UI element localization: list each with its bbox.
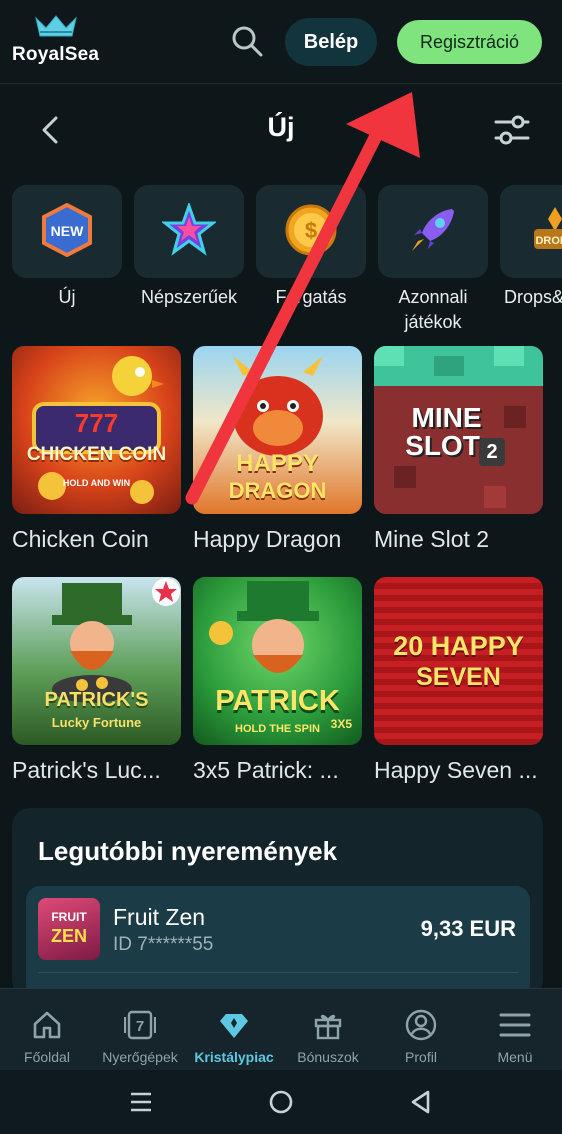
- game-card[interactable]: PATRICK'S Lucky Fortune Patrick's Luc...: [12, 577, 181, 784]
- star-icon: [162, 203, 216, 256]
- svg-text:7: 7: [136, 1018, 144, 1035]
- category-tile: NEW: [12, 185, 122, 278]
- nav-label: Főoldal: [24, 1049, 70, 1065]
- page-title: Új: [267, 112, 295, 142]
- login-button[interactable]: Belép: [285, 18, 377, 66]
- home-circle-icon[interactable]: [268, 1089, 294, 1115]
- drops-wins-icon: DROPS: [534, 207, 562, 249]
- win-game-name: Fruit Zen: [113, 904, 206, 930]
- game-name: Patrick's Luc...: [12, 757, 161, 783]
- nav-home[interactable]: Főoldal: [0, 989, 94, 1071]
- rocket-icon: [412, 209, 454, 251]
- category-label: Azonnali játékok: [398, 287, 468, 332]
- win-amount: 9,33 EUR: [420, 916, 516, 941]
- bottom-navigation: Főoldal 7 Nyerőgépek Kristálypiac Bónusz…: [0, 988, 562, 1070]
- nav-label: Bónuszok: [297, 1049, 359, 1065]
- svg-text:DROPS: DROPS: [535, 235, 562, 247]
- game-card[interactable]: MINE SLOT 2 Mine Slot 2: [374, 346, 543, 553]
- favorite-star-icon[interactable]: [151, 577, 181, 607]
- game-name: Chicken Coin: [12, 526, 149, 552]
- recent-win-row[interactable]: FRUIT ZEN Fruit Zen ID 7******55 9,33 EU…: [26, 886, 530, 998]
- category-tile: $: [256, 185, 366, 278]
- game-art-subtitle: SEVEN: [416, 663, 501, 691]
- game-name: Happy Seven ...: [374, 757, 538, 783]
- game-art-subtitle: Lucky Fortune: [51, 715, 142, 730]
- nav-menu[interactable]: Menü: [468, 989, 562, 1071]
- nav-label: Nyerőgépek: [102, 1049, 178, 1065]
- category-label: Új: [58, 287, 76, 307]
- game-thumbnail: 777 CHICKEN COIN HOLD AND WIN: [12, 346, 181, 514]
- game-art-badge: 3X5: [330, 717, 352, 731]
- profile-icon: [405, 1009, 437, 1041]
- win-thumb-text-top: FRUIT: [51, 910, 87, 924]
- royalsea-logo[interactable]: RoyalSea: [12, 14, 102, 70]
- category-tile: [378, 185, 488, 278]
- category-new[interactable]: NEW Új: [12, 185, 122, 335]
- win-thumb-text-bottom: ZEN: [51, 926, 87, 946]
- back-triangle-icon[interactable]: [408, 1089, 432, 1115]
- game-name: Mine Slot 2: [374, 526, 490, 552]
- system-navigation-bar: [0, 1070, 562, 1134]
- filter-sliders-icon[interactable]: [492, 110, 532, 150]
- game-art-number: 2: [479, 438, 505, 466]
- game-art-title: PATRICK: [215, 685, 340, 717]
- nav-label: Menü: [497, 1049, 533, 1065]
- game-name: Happy Dragon: [193, 526, 342, 552]
- category-drops[interactable]: DROPS Drops&: [500, 185, 562, 335]
- nav-label: Profil: [405, 1049, 437, 1065]
- win-game-thumbnail: FRUIT ZEN: [38, 898, 100, 960]
- home-icon: [33, 1011, 61, 1039]
- coin-icon: $: [285, 204, 337, 256]
- game-card[interactable]: PATRICK HOLD THE SPIN 3X5 3x5 Patrick: .…: [193, 577, 362, 784]
- nav-profile[interactable]: Profil: [374, 989, 468, 1071]
- svg-text:$: $: [305, 218, 317, 243]
- new-badge-icon: NEW: [42, 203, 92, 257]
- search-icon[interactable]: [228, 22, 266, 60]
- game-card[interactable]: 20 HAPPY SEVEN Happy Seven ...: [374, 577, 543, 784]
- game-art-title: PATRICK'S: [44, 689, 149, 711]
- game-art-subtitle: HOLD AND WIN: [62, 478, 131, 488]
- game-art-title: 20 HAPPY: [393, 631, 524, 661]
- svg-text:NEW: NEW: [51, 223, 84, 239]
- nav-label: Kristálypiac: [194, 1049, 274, 1065]
- win-player-id: ID 7******55: [113, 934, 214, 955]
- menu-icon: [499, 1013, 531, 1037]
- category-tile: [134, 185, 244, 278]
- category-tile: DROPS: [500, 185, 562, 278]
- nav-bonuses[interactable]: Bónuszok: [281, 989, 375, 1071]
- diamond-icon: [220, 1014, 248, 1038]
- game-art-title: HAPPY: [236, 450, 319, 477]
- category-carousel[interactable]: NEW Új Népszerűek $ Forgatás Azonnali já…: [12, 185, 562, 345]
- game-thumbnail: MINE SLOT 2: [374, 346, 543, 514]
- game-art-subtitle: DRAGON: [228, 478, 327, 503]
- category-spin[interactable]: $ Forgatás: [256, 185, 366, 335]
- gift-icon: [314, 1014, 342, 1040]
- divider: [38, 972, 518, 973]
- category-header: Új: [0, 100, 562, 160]
- game-art-text: 777: [74, 408, 119, 438]
- nav-crystal-market[interactable]: Kristálypiac: [187, 989, 281, 1071]
- category-instant[interactable]: Azonnali játékok: [378, 185, 488, 335]
- game-card[interactable]: 777 CHICKEN COIN HOLD AND WIN Chicken Co…: [12, 346, 181, 553]
- nav-slots[interactable]: 7 Nyerőgépek: [93, 989, 187, 1071]
- game-thumbnail: PATRICK'S Lucky Fortune: [12, 577, 181, 745]
- category-popular[interactable]: Népszerűek: [134, 185, 244, 335]
- register-button[interactable]: Regisztráció: [397, 20, 542, 64]
- category-label: Drops&: [504, 287, 562, 307]
- category-label: Népszerűek: [140, 287, 238, 307]
- game-art-title: CHICKEN COIN: [26, 444, 167, 465]
- category-label: Forgatás: [275, 287, 347, 307]
- recent-wins-panel: Legutóbbi nyeremények FRUIT ZEN Fruit Ze…: [12, 808, 543, 998]
- crown-icon: [35, 15, 77, 37]
- game-card[interactable]: HAPPY DRAGON Happy Dragon: [193, 346, 362, 553]
- top-bar: RoyalSea Belép Regisztráció: [0, 0, 562, 84]
- recent-apps-icon[interactable]: [128, 1090, 154, 1114]
- game-thumbnail: HAPPY DRAGON: [193, 346, 362, 514]
- brand-name: RoyalSea: [12, 44, 100, 65]
- game-thumbnail: 20 HAPPY SEVEN: [374, 577, 543, 745]
- game-name: 3x5 Patrick: ...: [193, 757, 339, 783]
- slot-seven-icon: 7: [124, 1010, 156, 1040]
- game-thumbnail: PATRICK HOLD THE SPIN 3X5: [193, 577, 362, 745]
- recent-wins-title: Legutóbbi nyeremények: [38, 836, 338, 866]
